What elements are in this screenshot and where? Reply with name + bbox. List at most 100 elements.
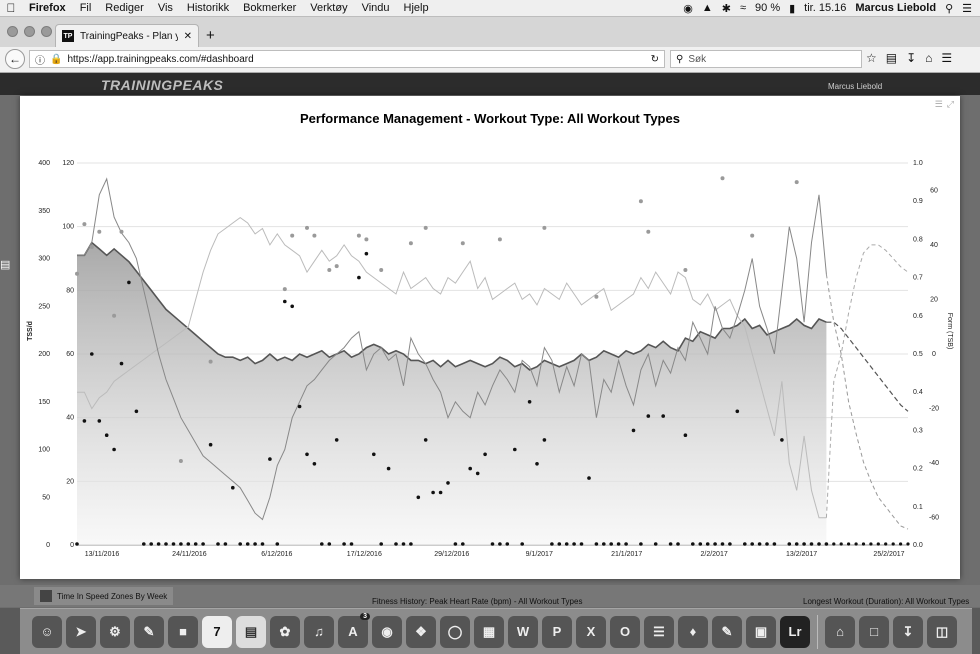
intensity-point: [379, 268, 384, 272]
close-window-button[interactable]: [7, 26, 18, 37]
tss-axis-tick-label: 150: [38, 399, 50, 406]
tss-point: [705, 542, 710, 546]
menu-firefox[interactable]: Firefox: [22, 2, 73, 14]
app-store-icon[interactable]: A3: [338, 612, 370, 648]
fitness-axis-tick-label: 0: [70, 542, 74, 549]
menu-vis[interactable]: Vis: [151, 2, 180, 14]
applications-folder-icon[interactable]: ⌂: [825, 615, 855, 648]
dropbox-icon[interactable]: ♦: [678, 615, 708, 648]
menu-fil[interactable]: Fil: [73, 2, 99, 14]
site-user-name[interactable]: Marcus Liebold: [828, 82, 882, 91]
intensity-axis-tick-label: 0.8: [913, 236, 923, 243]
sidebar-toggle-icon[interactable]: ▤: [0, 258, 20, 278]
menu-verkt-y[interactable]: Verktøy: [303, 2, 354, 14]
intensity-point: [119, 229, 124, 234]
script-editor-icon[interactable]: ✎: [712, 615, 742, 648]
menu-historikk[interactable]: Historikk: [180, 2, 236, 14]
downloads-icon[interactable]: ↧: [906, 51, 916, 65]
image-capture-icon[interactable]: ▣: [746, 615, 776, 648]
widget-longest-workout-title[interactable]: Longest Workout (Duration): All Workout …: [803, 597, 969, 606]
reload-icon[interactable]: ↻: [651, 54, 659, 65]
tss-point: [245, 542, 250, 546]
tss-point: [757, 542, 762, 546]
trash-icon[interactable]: ◫: [927, 615, 957, 648]
back-button[interactable]: ←: [5, 49, 25, 69]
outlook-icon[interactable]: O: [610, 615, 640, 648]
trainingpeaks-favicon-icon: TP: [62, 30, 74, 42]
system-preferences-icon[interactable]: ⚙: [100, 615, 130, 648]
intensity-axis-tick-label: 1.0: [913, 160, 923, 167]
intensity-point: [290, 233, 295, 238]
close-tab-icon[interactable]: ✕: [184, 31, 192, 42]
hamburger-menu-icon[interactable]: ☰: [941, 51, 952, 65]
tss-point: [186, 542, 191, 546]
tss-point: [253, 542, 257, 546]
search-field[interactable]: ⚲ Søk: [670, 50, 862, 68]
info-icon[interactable]: ⓘ: [35, 52, 45, 67]
menubar-status-area: ◉ ▲ ✱ ≈ 90 % ▮ tir. 15.16 Marcus Liebold…: [683, 2, 980, 15]
x-axis-ticks: 13/11/2016 24/11/2016 6/12/2016 17/12/2016 2…: [85, 551, 905, 558]
widget-time-in-speed-zones[interactable]: Time In Speed Zones By Week: [34, 587, 174, 605]
notes-icon[interactable]: ▤: [236, 615, 266, 648]
battery-icon[interactable]: ▮: [789, 2, 795, 15]
menu-hjelp[interactable]: Hjelp: [397, 2, 436, 14]
tss-point: [475, 471, 480, 476]
finder-icon[interactable]: ☺: [32, 615, 62, 648]
photos-icon[interactable]: ✿: [270, 615, 300, 648]
firefox-icon[interactable]: ◯: [440, 615, 470, 648]
reading-list-icon[interactable]: ▤: [886, 51, 897, 65]
documents-folder-icon[interactable]: □: [859, 615, 889, 648]
url-bar[interactable]: ⓘ 🔒 https://app.trainingpeaks.com/#dashb…: [29, 50, 665, 68]
preview-icon[interactable]: ✎: [134, 615, 164, 648]
spotlight-icon[interactable]: ⚲: [945, 2, 953, 15]
search-placeholder: Søk: [688, 53, 707, 65]
widget-chart-icon: [40, 590, 52, 602]
drive-icon[interactable]: ◉: [683, 2, 693, 15]
apple-icon[interactable]: : [0, 1, 22, 15]
menu-rediger[interactable]: Rediger: [98, 2, 151, 14]
site-header: TRAININGPEAKS Marcus Liebold: [0, 73, 980, 95]
tss-point: [498, 542, 502, 546]
bluetooth-icon[interactable]: ✱: [722, 2, 731, 15]
spotify-icon[interactable]: ☰: [644, 615, 674, 648]
trainingpeaks-logo[interactable]: TRAININGPEAKS: [101, 77, 223, 93]
chrome-icon[interactable]: ◉: [372, 615, 402, 648]
intensity-axis-tick-label: 0.5: [913, 351, 923, 358]
new-tab-button[interactable]: +: [206, 27, 215, 44]
contacts-icon[interactable]: ■: [168, 615, 198, 648]
browser-tab-trainingpeaks[interactable]: TP TrainingPeaks - Plan your tr... ✕: [55, 24, 199, 47]
notification-center-icon[interactable]: ☰: [962, 2, 972, 15]
url-text[interactable]: https://app.trainingpeaks.com/#dashboard: [67, 54, 645, 65]
tss-point: [639, 542, 643, 546]
menu-vindu[interactable]: Vindu: [355, 2, 397, 14]
safari-icon[interactable]: ❖: [406, 615, 436, 648]
calendar-icon[interactable]: 7: [202, 615, 232, 648]
menubar-user[interactable]: Marcus Liebold: [855, 2, 936, 14]
home-icon[interactable]: ⌂: [925, 51, 932, 65]
lightroom-icon[interactable]: Lr: [780, 615, 810, 648]
tss-point: [631, 428, 636, 433]
launchpad-icon[interactable]: ➤: [66, 615, 96, 648]
word-icon[interactable]: W: [508, 615, 538, 648]
clock[interactable]: tir. 15.16: [804, 2, 846, 14]
wifi-icon[interactable]: ≈: [740, 2, 746, 14]
minimize-window-button[interactable]: [24, 26, 35, 37]
downloads-folder-icon[interactable]: ↧: [893, 615, 923, 648]
browser-navbar: ← ⓘ 🔒 https://app.trainingpeaks.com/#das…: [0, 47, 980, 73]
battery-percent[interactable]: 90 %: [755, 2, 780, 14]
widget-fitness-history-title[interactable]: Fitness History: Peak Heart Rate (bpm) -…: [372, 597, 582, 606]
upload-icon[interactable]: ▲: [702, 2, 713, 14]
fitness-axis-tick-label: 60: [66, 351, 74, 358]
powerpoint-icon[interactable]: P: [542, 615, 572, 648]
resolve-icon[interactable]: ▦: [474, 615, 504, 648]
bookmark-star-icon[interactable]: ☆: [866, 51, 877, 65]
itunes-icon[interactable]: ♫: [304, 615, 334, 648]
tss-axis-tick-label: 400: [38, 160, 50, 167]
intensity-point: [364, 237, 369, 242]
zoom-window-button[interactable]: [41, 26, 52, 37]
menu-bokmerker[interactable]: Bokmerker: [236, 2, 303, 14]
tss-point: [416, 495, 421, 500]
tss-point: [720, 542, 725, 546]
tss-point: [743, 542, 747, 546]
excel-icon[interactable]: X: [576, 615, 606, 648]
